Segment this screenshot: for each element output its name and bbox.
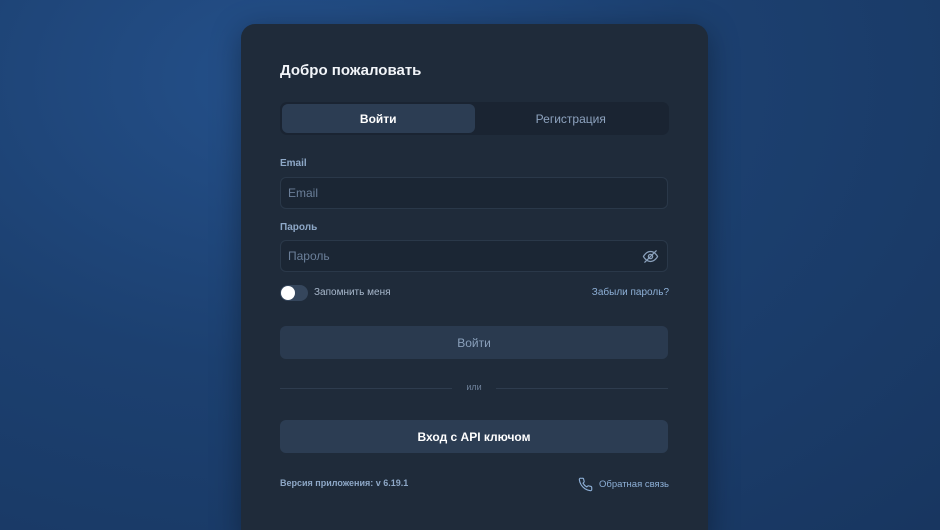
email-label: Email — [280, 158, 307, 169]
email-field-wrapper — [280, 177, 668, 209]
feedback-label: Обратная связь — [599, 479, 669, 490]
app-version: Версия приложения: v 6.19.1 — [280, 478, 409, 488]
page-title: Добро пожаловать — [280, 62, 422, 79]
tab-register[interactable]: Регистрация — [475, 104, 668, 133]
password-label: Пароль — [280, 222, 318, 233]
phone-icon — [578, 477, 593, 492]
login-card: Добро пожаловать Войти Регистрация Email… — [241, 24, 708, 530]
or-divider: или — [280, 381, 668, 395]
forgot-password-link[interactable]: Забыли пароль? — [592, 287, 669, 298]
feedback-link[interactable]: Обратная связь — [578, 477, 669, 492]
password-field[interactable] — [281, 241, 667, 271]
remember-me-label: Запомнить меня — [314, 287, 391, 298]
api-key-login-button[interactable]: Вход с API ключом — [280, 420, 668, 453]
auth-tabs: Войти Регистрация — [280, 102, 669, 135]
tab-login[interactable]: Войти — [282, 104, 475, 133]
password-field-wrapper — [280, 240, 668, 272]
remember-me-toggle[interactable] — [280, 285, 308, 301]
divider-line-right — [496, 388, 668, 389]
login-button[interactable]: Войти — [280, 326, 668, 359]
email-field[interactable] — [281, 178, 667, 208]
toggle-knob — [281, 286, 295, 300]
or-label: или — [466, 382, 482, 392]
eye-off-icon[interactable] — [642, 248, 659, 265]
